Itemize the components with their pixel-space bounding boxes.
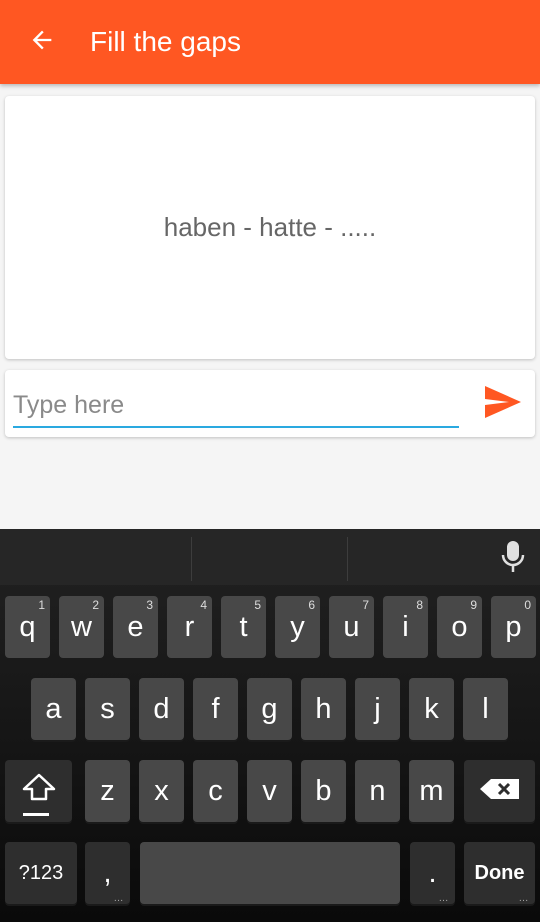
done-label: Done — [474, 861, 525, 884]
key-label: g — [261, 692, 278, 725]
key-number-hint: 4 — [200, 598, 207, 612]
key-label: l — [482, 692, 489, 725]
key-y[interactable]: y6 — [275, 596, 320, 658]
key-s[interactable]: s — [85, 678, 130, 740]
key-r[interactable]: r4 — [167, 596, 212, 658]
key-j[interactable]: j — [355, 678, 400, 740]
key-b[interactable]: b — [301, 760, 346, 822]
key-x[interactable]: x — [139, 760, 184, 822]
key-w[interactable]: w2 — [59, 596, 104, 658]
answer-input[interactable] — [13, 384, 459, 428]
shift-key[interactable] — [5, 760, 72, 822]
key-m[interactable]: m — [409, 760, 454, 822]
comma-label: , — [103, 856, 112, 889]
key-f[interactable]: f — [193, 678, 238, 740]
key-label: o — [451, 610, 468, 643]
suggestion-divider — [347, 537, 348, 581]
key-label: m — [419, 774, 444, 807]
key-number-hint: 2 — [92, 598, 99, 612]
comma-key[interactable]: , … — [85, 842, 130, 904]
key-number-hint: 3 — [146, 598, 153, 612]
app-bar: Fill the gaps — [0, 0, 540, 84]
key-label: z — [100, 774, 115, 807]
key-k[interactable]: k — [409, 678, 454, 740]
space-key[interactable] — [140, 842, 400, 904]
question-text: haben - hatte - ..... — [163, 212, 377, 242]
key-i[interactable]: i8 — [383, 596, 428, 658]
period-key[interactable]: . … — [410, 842, 455, 904]
key-label: i — [402, 610, 409, 643]
key-number-hint: 9 — [470, 598, 477, 612]
key-z[interactable]: z — [85, 760, 130, 822]
key-number-hint: 5 — [254, 598, 261, 612]
key-label: w — [71, 610, 92, 643]
key-p[interactable]: p0 — [491, 596, 536, 658]
backspace-icon — [479, 775, 521, 808]
key-label: e — [127, 610, 144, 643]
key-e[interactable]: e3 — [113, 596, 158, 658]
key-label: f — [211, 692, 220, 725]
key-label: j — [374, 692, 381, 725]
key-number-hint: 1 — [38, 598, 45, 612]
shift-indicator — [23, 813, 49, 816]
key-t[interactable]: t5 — [221, 596, 266, 658]
key-g[interactable]: g — [247, 678, 292, 740]
key-label: t — [239, 610, 248, 643]
arrow-left-icon — [28, 26, 56, 59]
more-keys-indicator: … — [518, 893, 529, 904]
answer-card — [5, 370, 535, 437]
key-label: y — [290, 610, 305, 643]
key-label: r — [184, 610, 195, 643]
key-label: x — [154, 774, 169, 807]
key-l[interactable]: l — [463, 678, 508, 740]
key-label: q — [19, 610, 36, 643]
more-keys-indicator: … — [113, 893, 124, 904]
key-c[interactable]: c — [193, 760, 238, 822]
key-o[interactable]: o9 — [437, 596, 482, 658]
key-h[interactable]: h — [301, 678, 346, 740]
key-label: h — [315, 692, 332, 725]
more-keys-indicator: … — [438, 893, 449, 904]
microphone-icon — [500, 540, 526, 579]
microphone-button[interactable] — [496, 540, 530, 579]
back-button[interactable] — [22, 22, 62, 62]
key-label: n — [369, 774, 386, 807]
key-label: v — [262, 774, 277, 807]
key-n[interactable]: n — [355, 760, 400, 822]
suggestion-strip — [0, 529, 540, 585]
key-label: k — [424, 692, 439, 725]
suggestion-divider — [191, 537, 192, 581]
question-card: haben - hatte - ..... — [5, 96, 535, 359]
backspace-key[interactable] — [464, 760, 535, 822]
symbols-key[interactable]: ?123 — [5, 842, 77, 904]
send-icon — [483, 384, 523, 425]
key-label: p — [505, 610, 522, 643]
period-label: . — [428, 856, 437, 889]
key-label: d — [153, 692, 170, 725]
page-title: Fill the gaps — [90, 26, 241, 57]
key-u[interactable]: u7 — [329, 596, 374, 658]
send-button[interactable] — [481, 384, 525, 424]
key-d[interactable]: d — [139, 678, 184, 740]
soft-keyboard: ?123 , … . … Done … q1w2e3r4t5y6u7i8o9p0… — [0, 529, 540, 922]
key-number-hint: 6 — [308, 598, 315, 612]
key-label: s — [100, 692, 115, 725]
key-v[interactable]: v — [247, 760, 292, 822]
key-number-hint: 7 — [362, 598, 369, 612]
key-label: b — [315, 774, 332, 807]
key-a[interactable]: a — [31, 678, 76, 740]
key-number-hint: 8 — [416, 598, 423, 612]
done-key[interactable]: Done … — [464, 842, 535, 904]
key-number-hint: 0 — [524, 598, 531, 612]
key-label: c — [208, 774, 223, 807]
key-label: a — [45, 692, 62, 725]
key-label: u — [343, 610, 360, 643]
shift-icon — [22, 773, 56, 809]
key-q[interactable]: q1 — [5, 596, 50, 658]
